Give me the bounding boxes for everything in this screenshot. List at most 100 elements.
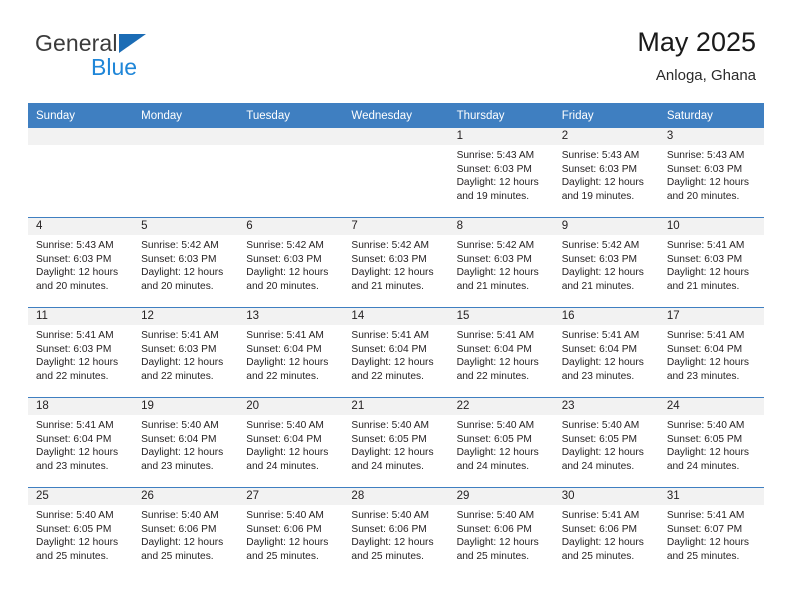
sunrise-text: Sunrise: 5:41 AM — [141, 330, 219, 341]
sunrise-text: Sunrise: 5:43 AM — [456, 150, 535, 161]
day-cell-inner: 2 Sunrise: 5:43 AM Sunset: 6:03 PM Daylight… — [553, 128, 659, 217]
daylight-text-line2: and 22 minutes. — [246, 370, 319, 382]
calendar-day-cell[interactable]: 2 Sunrise: 5:43 AM Sunset: 6:03 PM Daylight… — [553, 128, 659, 218]
day-cell-inner: 17 Sunrise: 5:41 AM Sunset: 6:04 PM Dayligh… — [658, 308, 764, 397]
day-number: 30 — [553, 488, 659, 505]
calendar-day-cell[interactable]: 8 Sunrise: 5:42 AM Sunset: 6:03 PM Daylight… — [448, 217, 554, 308]
sunset-text: Sunset: 6:04 PM — [246, 433, 322, 445]
day-cell-details — [238, 145, 343, 149]
calendar-day-cell[interactable]: 26 Sunrise: 5:40 AM Sunset: 6:06 PM Dayligh… — [133, 487, 239, 577]
calendar-day-cell[interactable]: 12 Sunrise: 5:41 AM Sunset: 6:03 PM Dayligh… — [133, 307, 239, 398]
calendar-day-cell[interactable]: 22 Sunrise: 5:40 AM Sunset: 6:05 PM Dayligh… — [448, 397, 554, 488]
calendar-day-cell[interactable]: 4 Sunrise: 5:43 AM Sunset: 6:03 PM Daylight… — [28, 217, 134, 308]
day-number: 12 — [133, 308, 239, 325]
daylight-text-line2: and 22 minutes. — [36, 370, 109, 382]
day-cell-details: Sunrise: 5:40 AM Sunset: 6:05 PM Daylight:… — [554, 415, 659, 473]
calendar-day-cell[interactable]: 17 Sunrise: 5:41 AM Sunset: 6:04 PM Dayligh… — [658, 307, 764, 398]
sunrise-text: Sunrise: 5:41 AM — [666, 330, 745, 341]
calendar-day-cell[interactable]: 5 Sunrise: 5:42 AM Sunset: 6:03 PM Daylight… — [133, 217, 239, 308]
day-cell-inner: 8 Sunrise: 5:42 AM Sunset: 6:03 PM Daylight… — [448, 218, 554, 307]
calendar-week-row: 11 Sunrise: 5:41 AM Sunset: 6:03 PM Dayligh… — [28, 307, 764, 398]
calendar-day-cell[interactable]: 10 Sunrise: 5:41 AM Sunset: 6:03 PM Dayligh… — [658, 217, 764, 308]
daylight-text-line2: and 22 minutes. — [351, 370, 424, 382]
daylight-text-line2: and 21 minutes. — [456, 280, 530, 292]
day-cell-inner: 28 Sunrise: 5:40 AM Sunset: 6:06 PM Dayligh… — [343, 488, 449, 577]
sunrise-text: Sunrise: 5:40 AM — [351, 510, 430, 521]
weekday-header-monday: Monday — [133, 103, 239, 128]
calendar-day-cell[interactable]: 27 Sunrise: 5:40 AM Sunset: 6:06 PM Dayligh… — [238, 487, 344, 577]
calendar-day-cell[interactable]: 25 Sunrise: 5:40 AM Sunset: 6:05 PM Dayligh… — [28, 487, 134, 577]
day-cell-details: Sunrise: 5:43 AM Sunset: 6:03 PM Daylight:… — [449, 145, 554, 203]
day-cell-details: Sunrise: 5:41 AM Sunset: 6:07 PM Daylight:… — [659, 505, 764, 563]
sunrise-text: Sunrise: 5:41 AM — [456, 330, 535, 341]
day-cell-details: Sunrise: 5:41 AM Sunset: 6:04 PM Daylight:… — [28, 415, 133, 473]
day-number: 24 — [658, 398, 764, 415]
daylight-text-line2: and 25 minutes. — [456, 550, 530, 562]
sunset-text: Sunset: 6:05 PM — [456, 433, 532, 445]
sunset-text: Sunset: 6:04 PM — [246, 343, 322, 355]
day-number: 21 — [343, 398, 449, 415]
day-number — [133, 128, 239, 145]
day-cell-inner: 13 Sunrise: 5:41 AM Sunset: 6:04 PM Dayligh… — [238, 308, 344, 397]
weekday-header-sunday: Sunday — [28, 103, 134, 128]
calendar-day-cell[interactable]: 13 Sunrise: 5:41 AM Sunset: 6:04 PM Dayligh… — [238, 307, 344, 398]
daylight-text-line2: and 24 minutes. — [666, 460, 740, 472]
calendar-day-cell[interactable]: 15 Sunrise: 5:41 AM Sunset: 6:04 PM Dayligh… — [448, 307, 554, 398]
sunrise-text: Sunrise: 5:40 AM — [36, 510, 114, 521]
day-cell-details: Sunrise: 5:41 AM Sunset: 6:03 PM Daylight:… — [133, 325, 238, 383]
sunrise-text: Sunrise: 5:43 AM — [561, 150, 640, 161]
day-number: 17 — [658, 308, 764, 325]
calendar-day-cell[interactable]: 23 Sunrise: 5:40 AM Sunset: 6:05 PM Dayligh… — [553, 397, 659, 488]
sunrise-text: Sunrise: 5:41 AM — [561, 330, 640, 341]
brand-triangle-icon — [118, 34, 146, 53]
calendar-day-cell[interactable]: 30 Sunrise: 5:41 AM Sunset: 6:06 PM Dayligh… — [553, 487, 659, 577]
sunset-text: Sunset: 6:03 PM — [36, 343, 112, 355]
calendar-day-cell[interactable]: 21 Sunrise: 5:40 AM Sunset: 6:05 PM Dayligh… — [343, 397, 449, 488]
calendar-day-cell[interactable]: 24 Sunrise: 5:40 AM Sunset: 6:05 PM Dayligh… — [658, 397, 764, 488]
calendar-header-row: Sunday Monday Tuesday Wednesday Thursday Frid… — [28, 103, 764, 128]
calendar-day-cell[interactable]: 6 Sunrise: 5:42 AM Sunset: 6:03 PM Daylight… — [238, 217, 344, 308]
calendar-day-cell[interactable]: 18 Sunrise: 5:41 AM Sunset: 6:04 PM Dayligh… — [28, 397, 134, 488]
sunrise-text: Sunrise: 5:40 AM — [246, 510, 324, 521]
day-cell-details: Sunrise: 5:42 AM Sunset: 6:03 PM Daylight:… — [238, 235, 343, 293]
day-cell-details: Sunrise: 5:41 AM Sunset: 6:04 PM Daylight:… — [238, 325, 343, 383]
day-cell-inner: 14 Sunrise: 5:41 AM Sunset: 6:04 PM Dayligh… — [343, 308, 449, 397]
calendar-day-cell-empty — [238, 128, 344, 218]
calendar-day-cell[interactable]: 29 Sunrise: 5:40 AM Sunset: 6:06 PM Dayligh… — [448, 487, 554, 577]
calendar-day-cell[interactable]: 31 Sunrise: 5:41 AM Sunset: 6:07 PM Dayligh… — [658, 487, 764, 577]
day-cell-inner — [133, 128, 239, 217]
calendar-day-cell[interactable]: 19 Sunrise: 5:40 AM Sunset: 6:04 PM Dayligh… — [133, 397, 239, 488]
calendar-day-cell[interactable]: 3 Sunrise: 5:43 AM Sunset: 6:03 PM Daylight… — [658, 128, 764, 218]
sunrise-text: Sunrise: 5:43 AM — [36, 240, 114, 251]
sunset-text: Sunset: 6:07 PM — [666, 523, 743, 535]
sunset-text: Sunset: 6:03 PM — [351, 253, 427, 265]
daylight-text-line1: Daylight: 12 hours — [351, 267, 434, 279]
daylight-text-line2: and 25 minutes. — [351, 550, 424, 562]
calendar-day-cell[interactable]: 14 Sunrise: 5:41 AM Sunset: 6:04 PM Dayligh… — [343, 307, 449, 398]
brand-logo[interactable]: General Blue — [35, 32, 275, 79]
calendar-day-cell[interactable]: 20 Sunrise: 5:40 AM Sunset: 6:04 PM Dayligh… — [238, 397, 344, 488]
sunrise-text: Sunrise: 5:40 AM — [666, 420, 745, 431]
sunrise-text: Sunrise: 5:40 AM — [141, 510, 219, 521]
day-cell-details: Sunrise: 5:40 AM Sunset: 6:04 PM Daylight:… — [133, 415, 238, 473]
calendar-day-cell[interactable]: 1 Sunrise: 5:43 AM Sunset: 6:03 PM Daylight… — [448, 128, 554, 218]
day-cell-inner — [28, 128, 134, 217]
sunset-text: Sunset: 6:04 PM — [666, 343, 743, 355]
calendar-day-cell[interactable]: 16 Sunrise: 5:41 AM Sunset: 6:04 PM Dayligh… — [553, 307, 659, 398]
day-cell-inner: 30 Sunrise: 5:41 AM Sunset: 6:06 PM Dayligh… — [553, 488, 659, 577]
calendar-grid: Sunday Monday Tuesday Wednesday Thursday Frid… — [28, 103, 764, 577]
daylight-text-line1: Daylight: 12 hours — [666, 357, 749, 369]
sunset-text: Sunset: 6:06 PM — [351, 523, 427, 535]
daylight-text-line2: and 25 minutes. — [141, 550, 214, 562]
calendar-day-cell[interactable]: 28 Sunrise: 5:40 AM Sunset: 6:06 PM Dayligh… — [343, 487, 449, 577]
calendar-day-cell[interactable]: 11 Sunrise: 5:41 AM Sunset: 6:03 PM Dayligh… — [28, 307, 134, 398]
brand-logo-top: General — [35, 32, 275, 55]
calendar-day-cell-empty — [133, 128, 239, 218]
calendar-day-cell[interactable]: 7 Sunrise: 5:42 AM Sunset: 6:03 PM Daylight… — [343, 217, 449, 308]
sunset-text: Sunset: 6:04 PM — [141, 433, 217, 445]
sunset-text: Sunset: 6:03 PM — [456, 163, 532, 175]
calendar-day-cell[interactable]: 9 Sunrise: 5:42 AM Sunset: 6:03 PM Daylight… — [553, 217, 659, 308]
day-cell-details: Sunrise: 5:43 AM Sunset: 6:03 PM Daylight:… — [659, 145, 764, 203]
daylight-text-line2: and 25 minutes. — [36, 550, 109, 562]
daylight-text-line1: Daylight: 12 hours — [141, 447, 224, 459]
